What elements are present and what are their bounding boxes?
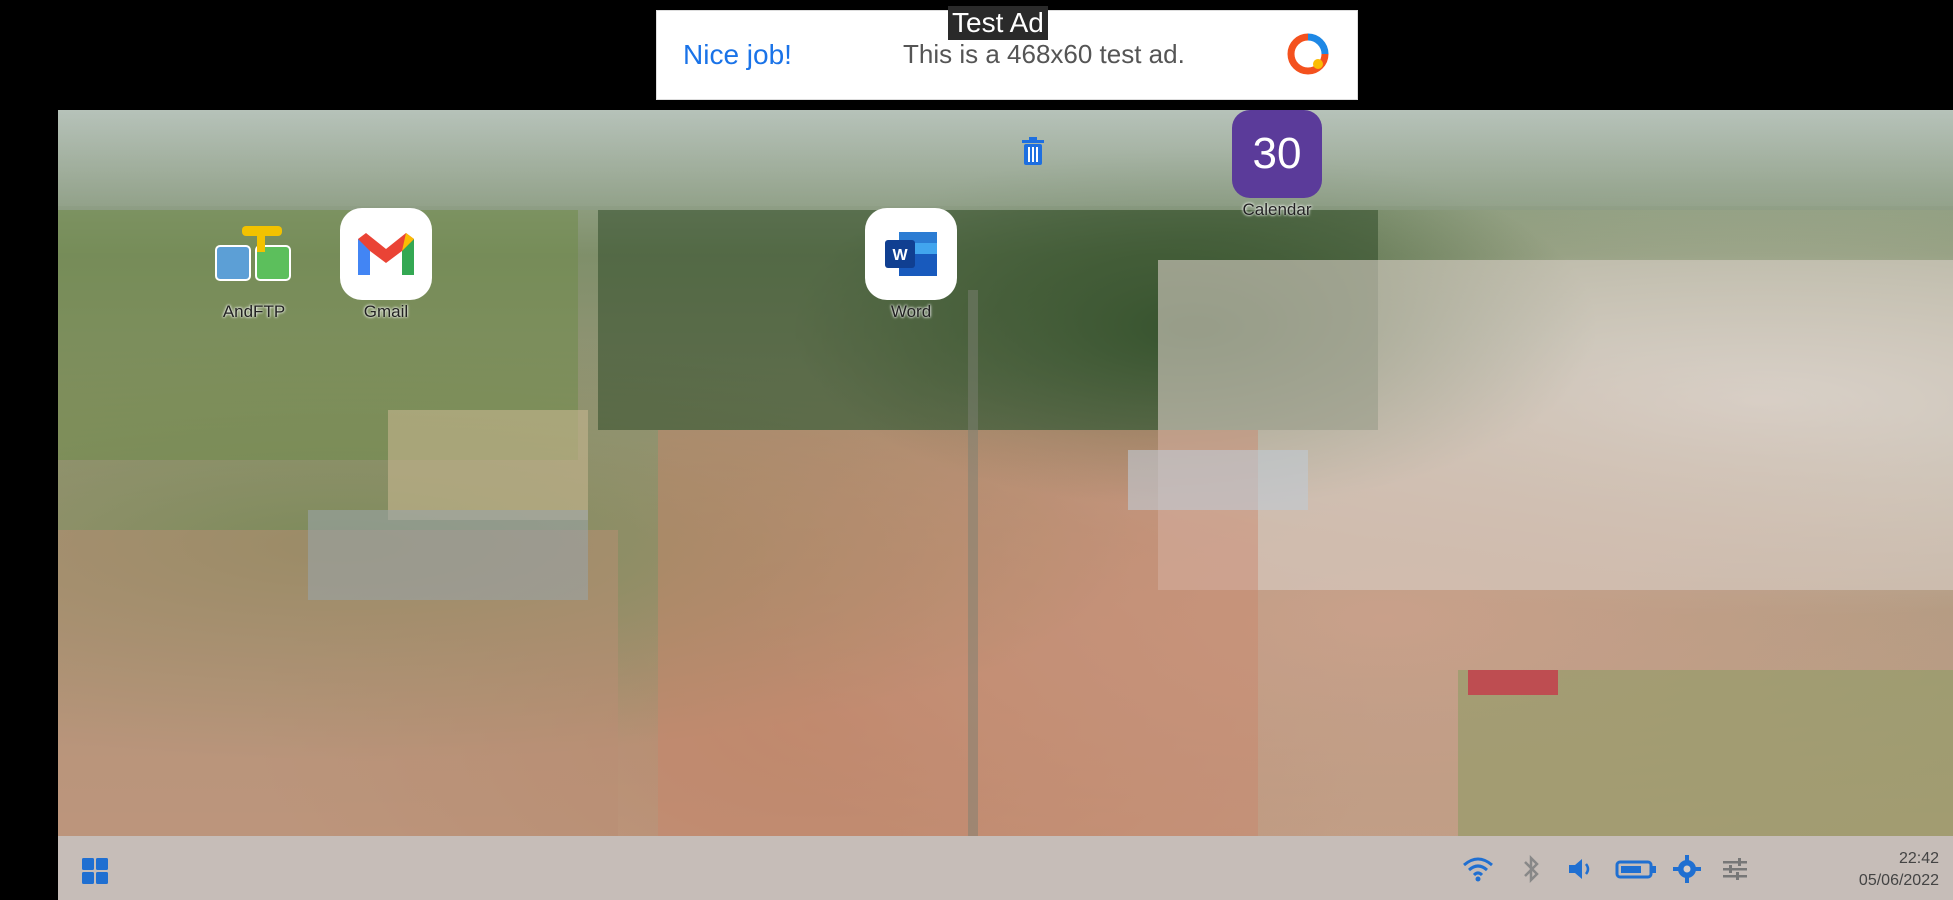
ad-choices-icon[interactable]	[1285, 31, 1331, 77]
svg-text:W: W	[892, 247, 908, 264]
taskbar: 22:42 05/06/2022	[58, 836, 1953, 900]
trash-icon[interactable]	[1020, 136, 1046, 166]
ad-body-text: This is a 468x60 test ad.	[903, 39, 1185, 69]
taskbar-clock[interactable]: 22:42 05/06/2022	[1859, 848, 1939, 892]
andftp-label: AndFTP	[222, 302, 286, 321]
desktop-icon-word[interactable]: W Word	[865, 208, 957, 322]
andftp-icon	[208, 208, 300, 300]
desktop-wallpaper: AndFTP Gmail W Word 30 Calendar	[58, 110, 1953, 836]
sliders-icon[interactable]	[1718, 854, 1752, 884]
test-ad-tag: Test Ad	[948, 6, 1048, 40]
wifi-icon[interactable]	[1461, 854, 1495, 884]
word-label: Word	[890, 302, 932, 321]
windows-start-icon[interactable]	[80, 856, 110, 886]
clock-time: 22:42	[1898, 850, 1939, 867]
word-icon: W	[865, 208, 957, 300]
settings-icon[interactable]	[1670, 854, 1704, 884]
calendar-label: Calendar	[1242, 200, 1312, 219]
bluetooth-icon[interactable]	[1514, 854, 1548, 884]
desktop-icon-andftp[interactable]: AndFTP	[208, 208, 300, 322]
gmail-label: Gmail	[363, 302, 409, 321]
calendar-icon: 30	[1232, 110, 1322, 198]
desktop-icon-calendar[interactable]: 30 Calendar	[1232, 110, 1322, 220]
volume-icon[interactable]	[1564, 854, 1598, 884]
ad-headline[interactable]: Nice job!	[683, 39, 792, 71]
desktop-icon-gmail[interactable]: Gmail	[340, 208, 432, 322]
calendar-date-number: 30	[1252, 129, 1302, 178]
battery-icon[interactable]	[1614, 854, 1658, 884]
gmail-icon	[340, 208, 432, 300]
clock-date: 05/06/2022	[1858, 872, 1939, 889]
